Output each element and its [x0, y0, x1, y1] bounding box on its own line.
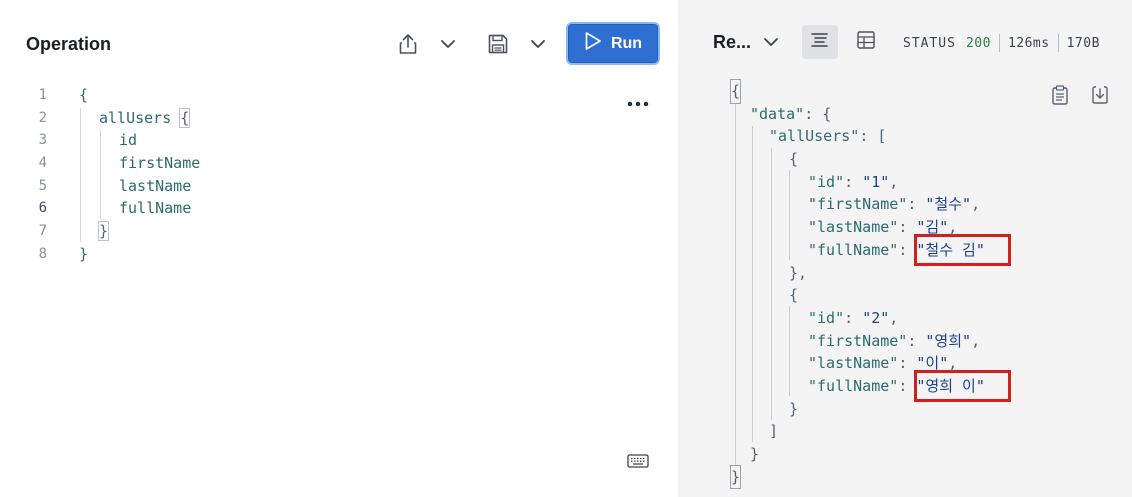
chevron-down-icon — [440, 39, 456, 49]
line-number: 5 — [38, 177, 47, 194]
response-size: 170B — [1066, 35, 1100, 51]
json-line: "lastName": "김", — [808, 218, 958, 237]
response-tab-label: Re... — [713, 32, 752, 52]
table-icon — [856, 30, 876, 55]
json-line: "lastName": "이", — [808, 354, 958, 373]
json-value: "철수" — [925, 195, 972, 214]
operation-editor[interactable]: 1 { 2 allUsers { 3 id 4 firstName 5 last… — [0, 84, 678, 266]
code-line: 7 } — [0, 220, 678, 243]
fullname-highlight-box — [914, 234, 1011, 266]
code-line: 1 { — [0, 84, 678, 107]
line-number-active: 6 — [38, 200, 47, 217]
code-text: } — [97, 220, 110, 243]
json-line: "data": { — [750, 104, 832, 123]
json-line: "id": "1", — [808, 172, 899, 191]
json-line: } — [789, 399, 799, 418]
json-line: } — [750, 445, 760, 463]
code-text: allUsers { — [99, 107, 191, 128]
json-line: "id": "2", — [808, 308, 899, 327]
code-line: 4 firstName — [0, 152, 678, 175]
play-icon — [584, 31, 602, 56]
code-line: 3 id — [0, 129, 678, 152]
share-icon — [398, 33, 418, 55]
json-line: { — [789, 150, 799, 169]
json-line: "firstName": "영희", — [808, 331, 981, 350]
json-line: ] — [769, 422, 779, 441]
status-code: 200 — [965, 35, 991, 51]
code-text: fullName — [119, 199, 192, 218]
line-number: 2 — [38, 109, 47, 126]
matched-brace: } — [97, 221, 110, 242]
response-time: 126ms — [1007, 35, 1050, 51]
code-text: firstName — [119, 154, 201, 173]
line-number: 4 — [38, 155, 47, 172]
chevron-down-icon — [763, 34, 779, 52]
code-text: { — [79, 86, 89, 104]
json-line: { — [789, 286, 799, 305]
json-line: }, — [789, 263, 808, 282]
code-text: } — [79, 244, 89, 263]
code-line: 6 fullName — [0, 197, 678, 220]
code-line: 5 lastName — [0, 175, 678, 198]
table-view-button[interactable] — [848, 25, 884, 59]
line-number: 7 — [38, 223, 47, 240]
save-button[interactable] — [482, 28, 514, 60]
json-value: "영희" — [925, 331, 972, 350]
chevron-down-icon — [530, 39, 546, 49]
share-button[interactable] — [392, 28, 424, 60]
json-line: "allUsers": [ — [769, 127, 887, 146]
response-json-viewer[interactable]: { "data": { "allUsers": [ { "id": "1", "… — [678, 79, 1132, 490]
code-line: 8 } — [0, 243, 678, 266]
status-divider — [998, 34, 1000, 52]
save-icon — [487, 33, 509, 55]
run-label: Run — [610, 34, 643, 52]
json-line: "firstName": "철수", — [808, 195, 981, 214]
response-status-bar: STATUS 200 126ms 170B — [903, 34, 1100, 52]
keyboard-shortcuts-button[interactable] — [626, 453, 650, 473]
json-line: { — [678, 79, 1132, 104]
response-panel: Re... STATUS 200 126ms 170B {"data": {… — [678, 0, 1132, 497]
json-value: "1" — [862, 172, 890, 191]
status-divider — [1057, 34, 1059, 52]
matched-brace: { — [179, 107, 191, 128]
response-tab-dropdown[interactable]: Re... — [713, 32, 779, 53]
code-line: 2 allUsers { — [0, 107, 678, 130]
line-number: 1 — [38, 87, 47, 103]
line-number: 8 — [38, 245, 47, 262]
text-lines-icon — [810, 31, 830, 54]
json-key: "data" — [750, 104, 805, 123]
json-line: "fullName": "영희 이" — [808, 376, 985, 395]
json-brace: { — [729, 79, 742, 104]
status-label: STATUS — [903, 35, 956, 51]
code-text: id — [119, 131, 138, 150]
line-number: 3 — [38, 132, 47, 149]
text-view-button[interactable] — [802, 25, 838, 59]
json-line: } — [678, 464, 1132, 490]
keyboard-icon — [627, 453, 649, 473]
json-value: "2" — [862, 308, 890, 327]
json-line: "fullName": "철수 김" — [808, 240, 985, 259]
code-text: lastName — [119, 176, 192, 195]
save-menu-button[interactable] — [522, 28, 554, 60]
run-button[interactable]: Run — [566, 22, 660, 65]
json-brace: } — [729, 464, 742, 490]
operation-panel: Operation Run 1 {2 allUsers {3 id 4 fi… — [0, 0, 678, 497]
fullname-highlight-box — [914, 370, 1011, 402]
share-menu-button[interactable] — [432, 28, 464, 60]
operation-title: Operation — [26, 34, 112, 54]
json-key: "allUsers" — [769, 127, 860, 146]
